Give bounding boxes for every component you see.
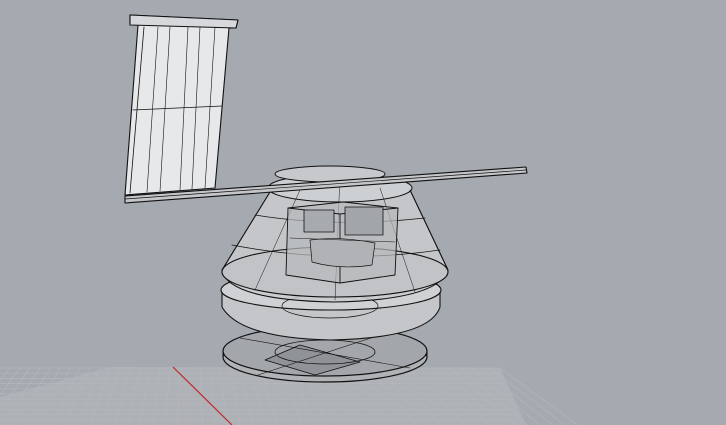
viewport-canvas[interactable] xyxy=(0,0,726,425)
3d-viewport[interactable] xyxy=(0,0,726,425)
solar-panel[interactable] xyxy=(124,14,239,196)
wireframe-model[interactable] xyxy=(124,14,528,383)
inner-box[interactable] xyxy=(285,201,399,284)
